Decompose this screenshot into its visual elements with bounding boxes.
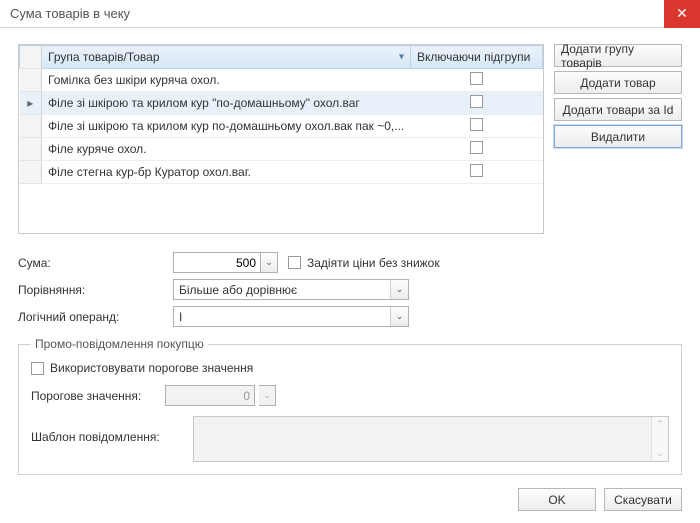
cell-include[interactable] xyxy=(411,92,543,115)
column-header-group[interactable]: Група товарів/Товар ▾ xyxy=(42,46,411,69)
chevron-down-icon: ⌄ xyxy=(656,448,664,459)
add-item-button[interactable]: Додати товар xyxy=(554,71,682,94)
cell-label: Філе стегна кур-бр Куратор охол.ваг. xyxy=(42,161,411,184)
cell-include[interactable] xyxy=(411,69,543,92)
items-table[interactable]: Група товарів/Товар ▾ Включаючи підгрупи… xyxy=(18,44,544,234)
cancel-button[interactable]: Скасувати xyxy=(604,488,682,511)
template-label: Шаблон повідомлення: xyxy=(31,416,189,444)
checkbox-icon xyxy=(470,164,483,177)
use-threshold-checkbox[interactable] xyxy=(31,362,44,375)
row-indicator xyxy=(20,69,42,92)
discount-label: Задіяти ціни без знижок xyxy=(307,256,440,270)
checkbox-icon xyxy=(470,95,483,108)
threshold-input xyxy=(165,385,255,406)
promo-legend: Промо-повідомлення покупцю xyxy=(31,337,208,351)
sum-label: Сума: xyxy=(18,256,173,270)
cell-label: Філе зі шкірою та крилом кур по-домашньо… xyxy=(42,115,411,138)
cell-label: Філе куряче охол. xyxy=(42,138,411,161)
table-row[interactable]: ▸ Філе зі шкірою та крилом кур "по-домаш… xyxy=(20,92,543,115)
titlebar: Сума товарів в чеку ✕ xyxy=(0,0,700,28)
checkbox-icon xyxy=(470,141,483,154)
cell-include[interactable] xyxy=(411,161,543,184)
filter-icon[interactable]: ▾ xyxy=(399,52,404,63)
compare-select[interactable]: Більше або дорівнює ⌄ xyxy=(173,279,409,300)
row-indicator xyxy=(20,115,42,138)
template-textarea: ⌃ ⌄ xyxy=(193,416,669,462)
delete-button[interactable]: Видалити xyxy=(554,125,682,148)
row-indicator xyxy=(20,138,42,161)
column-header-include[interactable]: Включаючи підгрупи xyxy=(411,46,543,69)
checkbox-icon xyxy=(470,72,483,85)
ok-button[interactable]: OK xyxy=(518,488,596,511)
operand-select[interactable]: І ⌄ xyxy=(173,306,409,327)
window-title: Сума товарів в чеку xyxy=(10,6,130,21)
close-icon: ✕ xyxy=(676,5,688,22)
chevron-down-icon: ⌄ xyxy=(265,257,273,268)
threshold-stepper: ⌄ xyxy=(259,385,276,406)
scrollbar: ⌃ ⌄ xyxy=(651,417,668,461)
sum-stepper[interactable]: ⌄ xyxy=(261,252,278,273)
table-row[interactable]: Філе стегна кур-бр Куратор охол.ваг. xyxy=(20,161,543,184)
compare-value: Більше або дорівнює xyxy=(179,283,297,297)
checkbox-icon xyxy=(470,118,483,131)
threshold-label: Порогове значення: xyxy=(31,389,161,403)
add-by-id-button[interactable]: Додати товари за Id xyxy=(554,98,682,121)
operand-label: Логічний операнд: xyxy=(18,310,173,324)
table-row[interactable]: Філе зі шкірою та крилом кур по-домашньо… xyxy=(20,115,543,138)
sum-input[interactable] xyxy=(173,252,261,273)
row-indicator xyxy=(20,161,42,184)
chevron-down-icon: ⌄ xyxy=(390,307,408,326)
operand-value: І xyxy=(179,310,182,324)
chevron-down-icon: ⌄ xyxy=(263,390,271,401)
cell-include[interactable] xyxy=(411,138,543,161)
table-row[interactable]: Філе куряче охол. xyxy=(20,138,543,161)
chevron-down-icon: ⌄ xyxy=(390,280,408,299)
close-button[interactable]: ✕ xyxy=(664,0,700,28)
discount-checkbox[interactable] xyxy=(288,256,301,269)
cell-include[interactable] xyxy=(411,115,543,138)
add-group-button[interactable]: Додати групу товарів xyxy=(554,44,682,67)
promo-group: Промо-повідомлення покупцю Використовува… xyxy=(18,337,682,475)
compare-label: Порівняння: xyxy=(18,283,173,297)
table-row[interactable]: Гомілка без шкіри куряча охол. xyxy=(20,69,543,92)
row-indicator: ▸ xyxy=(20,92,42,115)
cell-label: Філе зі шкірою та крилом кур "по-домашнь… xyxy=(42,92,411,115)
chevron-up-icon: ⌃ xyxy=(656,419,664,430)
use-threshold-label: Використовувати порогове значення xyxy=(50,361,253,375)
row-selector-header xyxy=(20,46,42,69)
cell-label: Гомілка без шкіри куряча охол. xyxy=(42,69,411,92)
